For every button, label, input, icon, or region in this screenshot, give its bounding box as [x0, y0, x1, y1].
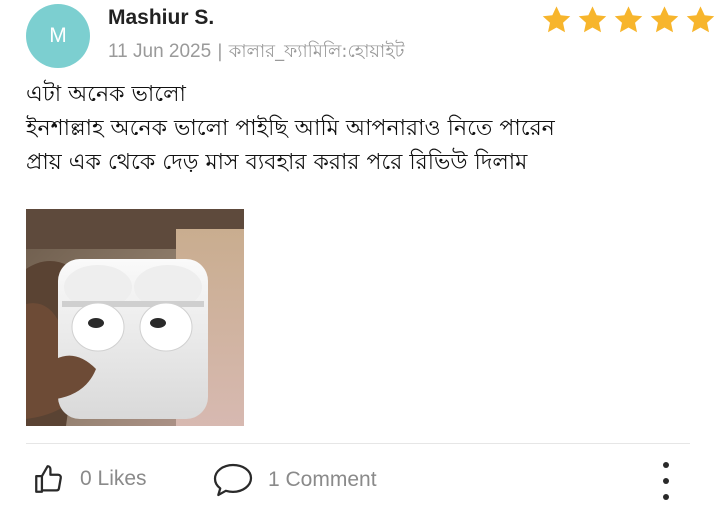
likes-count: 0 Likes: [80, 467, 147, 490]
more-vertical-icon[interactable]: [654, 462, 678, 500]
review-date: 11 Jun 2025: [108, 41, 212, 62]
star-icon: [614, 6, 643, 33]
star-icon: [650, 6, 679, 33]
comment-button[interactable]: 1 Comment: [212, 462, 377, 498]
review-line: এটা অনেক ভালো: [26, 82, 186, 107]
star-icon: [542, 6, 571, 33]
review-meta: 11 Jun 2025 | কালার_ফ্যামিলি:হোয়াইট: [108, 37, 404, 68]
dot: [663, 494, 669, 500]
review-line: ইনশাল্লাহ অনেক ভালো পাইছি আমি আপনারাও নি…: [26, 116, 555, 141]
comments-count: 1 Comment: [268, 468, 377, 491]
review-line: প্রায় এক থেকে দেড় মাস ব্যবহার করার পরে…: [26, 150, 528, 175]
rating-stars: [540, 4, 716, 36]
dot: [663, 478, 669, 484]
review-photo[interactable]: [26, 209, 244, 426]
star-icon: [578, 6, 607, 33]
review-text: এটা অনেক ভালো ইনশাল্লাহ অনেক ভালো পাইছি …: [26, 78, 555, 180]
dot: [663, 462, 669, 468]
avatar: M: [26, 4, 90, 68]
meta-separator: |: [216, 41, 223, 62]
product-variant: কালার_ফ্যামিলি:হোয়াইট: [228, 41, 405, 62]
star-icon: [686, 6, 715, 33]
thumbs-up-icon: [35, 465, 62, 493]
product-photo-earbuds-icon: [26, 209, 244, 426]
reviewer-name: Mashiur S.: [108, 6, 215, 29]
like-button[interactable]: 0 Likes: [32, 462, 147, 496]
divider: [26, 443, 690, 444]
speech-bubble-icon: [213, 463, 253, 497]
